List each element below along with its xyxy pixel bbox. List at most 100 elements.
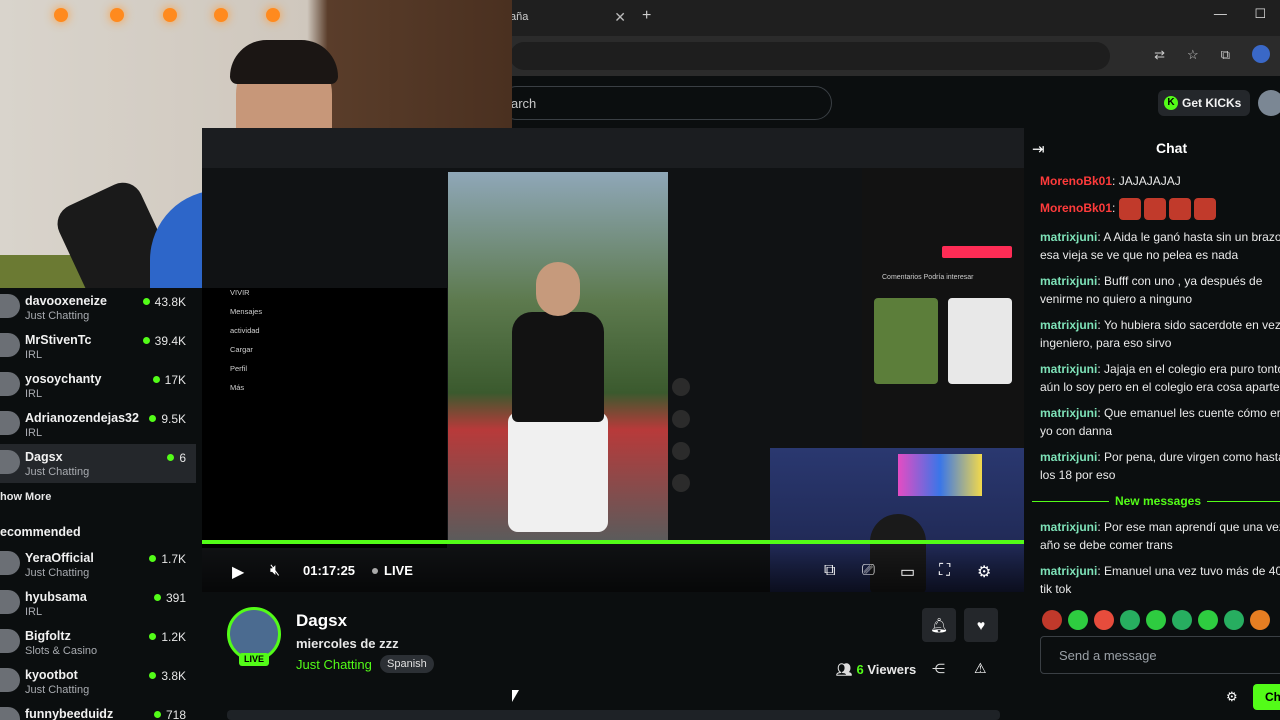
mute-icon[interactable]: 🔇︎ [270, 562, 280, 580]
extensions-icon[interactable]: ⧉ [1221, 47, 1230, 63]
emote-icon[interactable] [1198, 610, 1218, 630]
emote-icon[interactable] [1094, 610, 1114, 630]
sidebar-channel[interactable]: hyubsama IRL 391 [0, 584, 196, 623]
collapse-chat-icon[interactable]: ⇥ [1032, 140, 1045, 158]
emote-icon[interactable] [1120, 610, 1140, 630]
show-more-link[interactable]: how More [0, 483, 196, 517]
chat-text: aún lo soy pero en el colegio era cosa a… [1040, 380, 1280, 394]
viewer-count: 391 [154, 591, 186, 605]
new-messages-divider[interactable]: New messages [1032, 492, 1280, 510]
chat-text: yo con danna [1040, 424, 1113, 438]
chat-username[interactable]: matrixjuni [1040, 362, 1097, 376]
channel-category: IRL [25, 388, 43, 400]
like-icon [672, 378, 690, 396]
chat-username[interactable]: MorenoBk01 [1040, 174, 1112, 188]
stream-title: miercoles de zzz [296, 636, 399, 651]
sidebar-channel[interactable]: MrStivenTc IRL 39.4K [0, 327, 196, 366]
string-light [214, 8, 228, 22]
chat-text: JAJAJAJAJ [1118, 174, 1181, 188]
chat-username[interactable]: matrixjuni [1040, 406, 1097, 420]
follow-heart-button[interactable]: ♥ [964, 608, 998, 642]
address-bar[interactable] [510, 42, 1110, 70]
mini-player-icon[interactable]: ⧉ [824, 562, 835, 580]
chat-username[interactable]: matrixjuni [1040, 318, 1097, 332]
channel-avatar [0, 372, 20, 396]
language-tag[interactable]: Spanish [380, 655, 434, 673]
user-avatar[interactable] [1258, 90, 1280, 116]
sidebar-channel[interactable]: kyootbot Just Chatting 3.8K [0, 662, 196, 701]
maximize-icon[interactable]: ☐ [1255, 6, 1267, 22]
channel-name[interactable]: Dagsx [296, 611, 347, 631]
emote-icon[interactable] [1172, 610, 1192, 630]
sidebar-channel[interactable]: Bigfoltz Slots & Casino 1.2K [0, 623, 196, 662]
channel-avatar [0, 450, 20, 474]
recommended-list: YeraOfficial Just Chatting 1.7K hyubsama… [0, 545, 196, 720]
bookmark-star-icon[interactable]: ☆ [1187, 47, 1199, 63]
window-controls: — ☐ [1200, 6, 1280, 22]
chat-messages: MorenoBk01: JAJAJAJAJ MorenoBk01: matrix… [1024, 168, 1280, 598]
clip-icon[interactable]: ⎚ [862, 562, 875, 580]
channel-category: IRL [25, 427, 43, 439]
profile-icon[interactable] [1252, 45, 1270, 63]
sidebar-channel[interactable]: davooxeneize Just Chatting 43.8K [0, 288, 196, 327]
screen-share-sidebar: VIVIR Mensajes actividad Cargar Perfil M… [202, 288, 447, 548]
sidebar-channel-active[interactable]: Dagsx Just Chatting 6 [0, 444, 196, 483]
share-icon[interactable]: ⋲ [932, 661, 945, 677]
report-icon[interactable]: ⚠ [974, 660, 987, 677]
chat-username[interactable]: matrixjuni [1040, 564, 1097, 578]
sidebar-channel[interactable]: Adrianozendejas32 IRL 9.5K [0, 405, 196, 444]
chat-text: ingeniero, para eso sirvo [1040, 336, 1172, 350]
translate-icon[interactable]: ⇄ [1154, 47, 1165, 63]
sidebar-channel[interactable]: YeraOfficial Just Chatting 1.7K [0, 545, 196, 584]
stream-category-link[interactable]: Just Chatting [296, 657, 372, 672]
chat-settings-gear-icon[interactable]: ⚙ [1226, 689, 1238, 705]
emote-icon[interactable] [1250, 610, 1270, 630]
browser-tab[interactable]: aña ✕ [500, 5, 630, 31]
channel-avatar [0, 590, 20, 614]
emote-icon[interactable] [1068, 610, 1088, 630]
notification-bell-button[interactable]: 🔔︎ [922, 608, 956, 642]
chat-text: tik tok [1040, 582, 1072, 596]
chat-header: ⇥ Chat [1024, 128, 1280, 168]
live-indicator[interactable]: LIVE [372, 563, 413, 578]
screen-share-action-column [672, 378, 696, 506]
video-player[interactable]: VIVIR Mensajes actividad Cargar Perfil M… [202, 128, 1024, 592]
channel-category: Just Chatting [25, 684, 90, 696]
search-input[interactable]: arch [500, 86, 832, 120]
sidebar-channel[interactable]: yosoychanty IRL 17K [0, 366, 196, 405]
viewer-count: 43.8K [143, 295, 186, 309]
chat-username[interactable]: matrixjuni [1040, 450, 1097, 464]
chat-username[interactable]: matrixjuni [1040, 230, 1097, 244]
chat-message-input[interactable]: Send a message [1040, 636, 1280, 674]
chat-message: matrixjuni: Bufff con uno , ya después d… [1040, 274, 1263, 306]
chat-username[interactable]: MorenoBk01 [1040, 201, 1112, 215]
emote-icon[interactable] [1146, 610, 1166, 630]
chat-send-button[interactable]: Ch [1253, 684, 1280, 710]
chat-message: matrixjuni: Jajaja en el colegio era pur… [1040, 360, 1280, 396]
following-list: davooxeneize Just Chatting 43.8K MrStive… [0, 288, 196, 483]
sidebar: davooxeneize Just Chatting 43.8K MrStive… [0, 288, 196, 720]
viewer-count: 6 [167, 451, 186, 465]
fullscreen-icon[interactable]: ⛶ [939, 562, 950, 580]
theater-mode-icon[interactable]: ▭ [900, 562, 915, 582]
get-kicks-button[interactable]: K Get KICKs [1158, 90, 1250, 116]
chat-username[interactable]: matrixjuni [1040, 274, 1097, 288]
emote-icon[interactable] [1042, 610, 1062, 630]
settings-gear-icon[interactable]: ⚙ [977, 562, 991, 582]
sidebar-channel[interactable]: funnybeeduidz 718 [0, 701, 196, 720]
screen-share-right-panel: Comentarios Podría interesar [862, 168, 1024, 448]
viewer-count: 718 [154, 708, 186, 720]
play-icon[interactable]: ▶ [232, 562, 244, 582]
feed-item: Más [230, 383, 245, 392]
minimize-icon[interactable]: — [1214, 6, 1227, 22]
emote-icon[interactable] [1224, 610, 1244, 630]
channel-avatar [0, 411, 20, 435]
new-tab-button[interactable]: + [642, 7, 651, 25]
new-messages-label: New messages [1108, 494, 1208, 508]
mouse-cursor [512, 690, 519, 702]
close-tab-icon[interactable]: ✕ [614, 9, 626, 26]
chat-username[interactable]: matrixjuni [1040, 520, 1097, 534]
channel-category: IRL [25, 606, 43, 618]
feed-item: Cargar [230, 345, 253, 354]
emote-icon [1143, 198, 1166, 220]
